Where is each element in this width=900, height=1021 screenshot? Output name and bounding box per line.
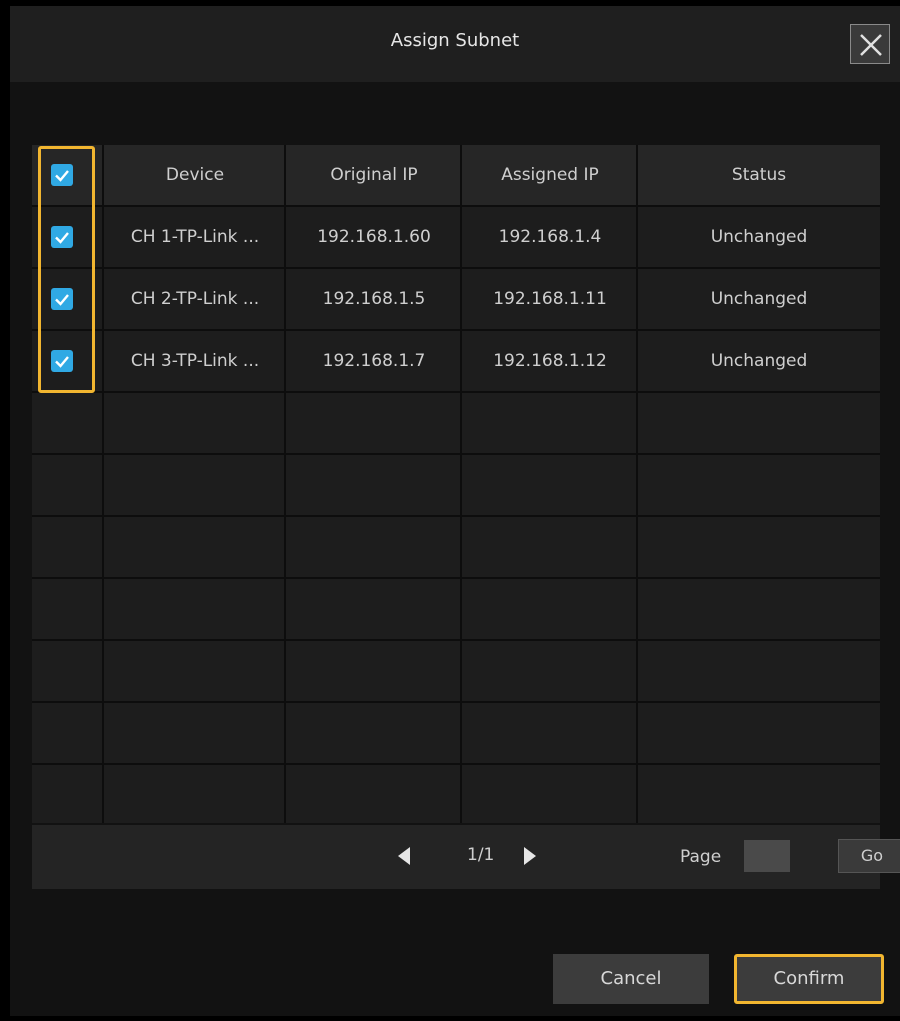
- grid-divider: [32, 267, 880, 269]
- grid-divider: [32, 763, 880, 765]
- assigned-ip: 192.168.1.11: [493, 289, 607, 309]
- status: Unchanged: [710, 289, 808, 309]
- device-table: Device Original IP Assigned IP Status CH…: [32, 145, 880, 823]
- go-button[interactable]: Go: [838, 839, 900, 873]
- grid-divider: [32, 639, 880, 641]
- page-number-input[interactable]: [744, 840, 790, 872]
- previous-page-icon[interactable]: [396, 845, 412, 867]
- grid-divider: [32, 205, 880, 207]
- page-indicator: 1/1: [467, 845, 495, 865]
- status: Unchanged: [710, 351, 808, 371]
- close-icon: [860, 34, 882, 56]
- table-row[interactable]: CH 1-TP-Link ... 192.168.1.60 192.168.1.…: [32, 207, 880, 269]
- column-header-device: Device: [165, 165, 225, 185]
- grid-divider: [460, 145, 462, 823]
- cancel-button[interactable]: Cancel: [553, 954, 709, 1004]
- page-label: Page: [680, 847, 722, 867]
- grid-divider: [32, 701, 880, 703]
- next-page-icon[interactable]: [522, 845, 538, 867]
- column-header-assigned-ip: Assigned IP: [501, 165, 599, 185]
- assigned-ip: 192.168.1.4: [498, 227, 602, 247]
- assigned-ip: 192.168.1.12: [493, 351, 607, 371]
- table-header: Device Original IP Assigned IP Status: [32, 145, 880, 205]
- grid-divider: [32, 515, 880, 517]
- pagination-bar: 1/1 Page Go: [32, 825, 900, 889]
- column-header-status: Status: [731, 165, 787, 185]
- grid-divider: [636, 145, 638, 823]
- device-name: CH 2-TP-Link ...: [130, 289, 260, 309]
- table-row[interactable]: CH 2-TP-Link ... 192.168.1.5 192.168.1.1…: [32, 269, 880, 331]
- grid-divider: [102, 145, 104, 823]
- grid-divider: [32, 453, 880, 455]
- dialog-title: Assign Subnet: [390, 30, 520, 51]
- grid-divider: [32, 329, 880, 331]
- dialog-titlebar: Assign Subnet: [10, 6, 900, 82]
- grid-divider: [32, 391, 880, 393]
- grid-divider: [32, 577, 880, 579]
- original-ip: 192.168.1.60: [317, 227, 431, 247]
- column-header-original-ip: Original IP: [330, 165, 418, 185]
- status: Unchanged: [710, 227, 808, 247]
- device-name: CH 3-TP-Link ...: [130, 351, 260, 371]
- grid-divider: [284, 145, 286, 823]
- checkbox-highlight-frame: [38, 146, 95, 393]
- table-row[interactable]: CH 3-TP-Link ... 192.168.1.7 192.168.1.1…: [32, 331, 880, 393]
- close-button[interactable]: [850, 24, 890, 64]
- confirm-button[interactable]: Confirm: [734, 954, 884, 1004]
- original-ip: 192.168.1.5: [322, 289, 426, 309]
- original-ip: 192.168.1.7: [322, 351, 426, 371]
- device-name: CH 1-TP-Link ...: [130, 227, 260, 247]
